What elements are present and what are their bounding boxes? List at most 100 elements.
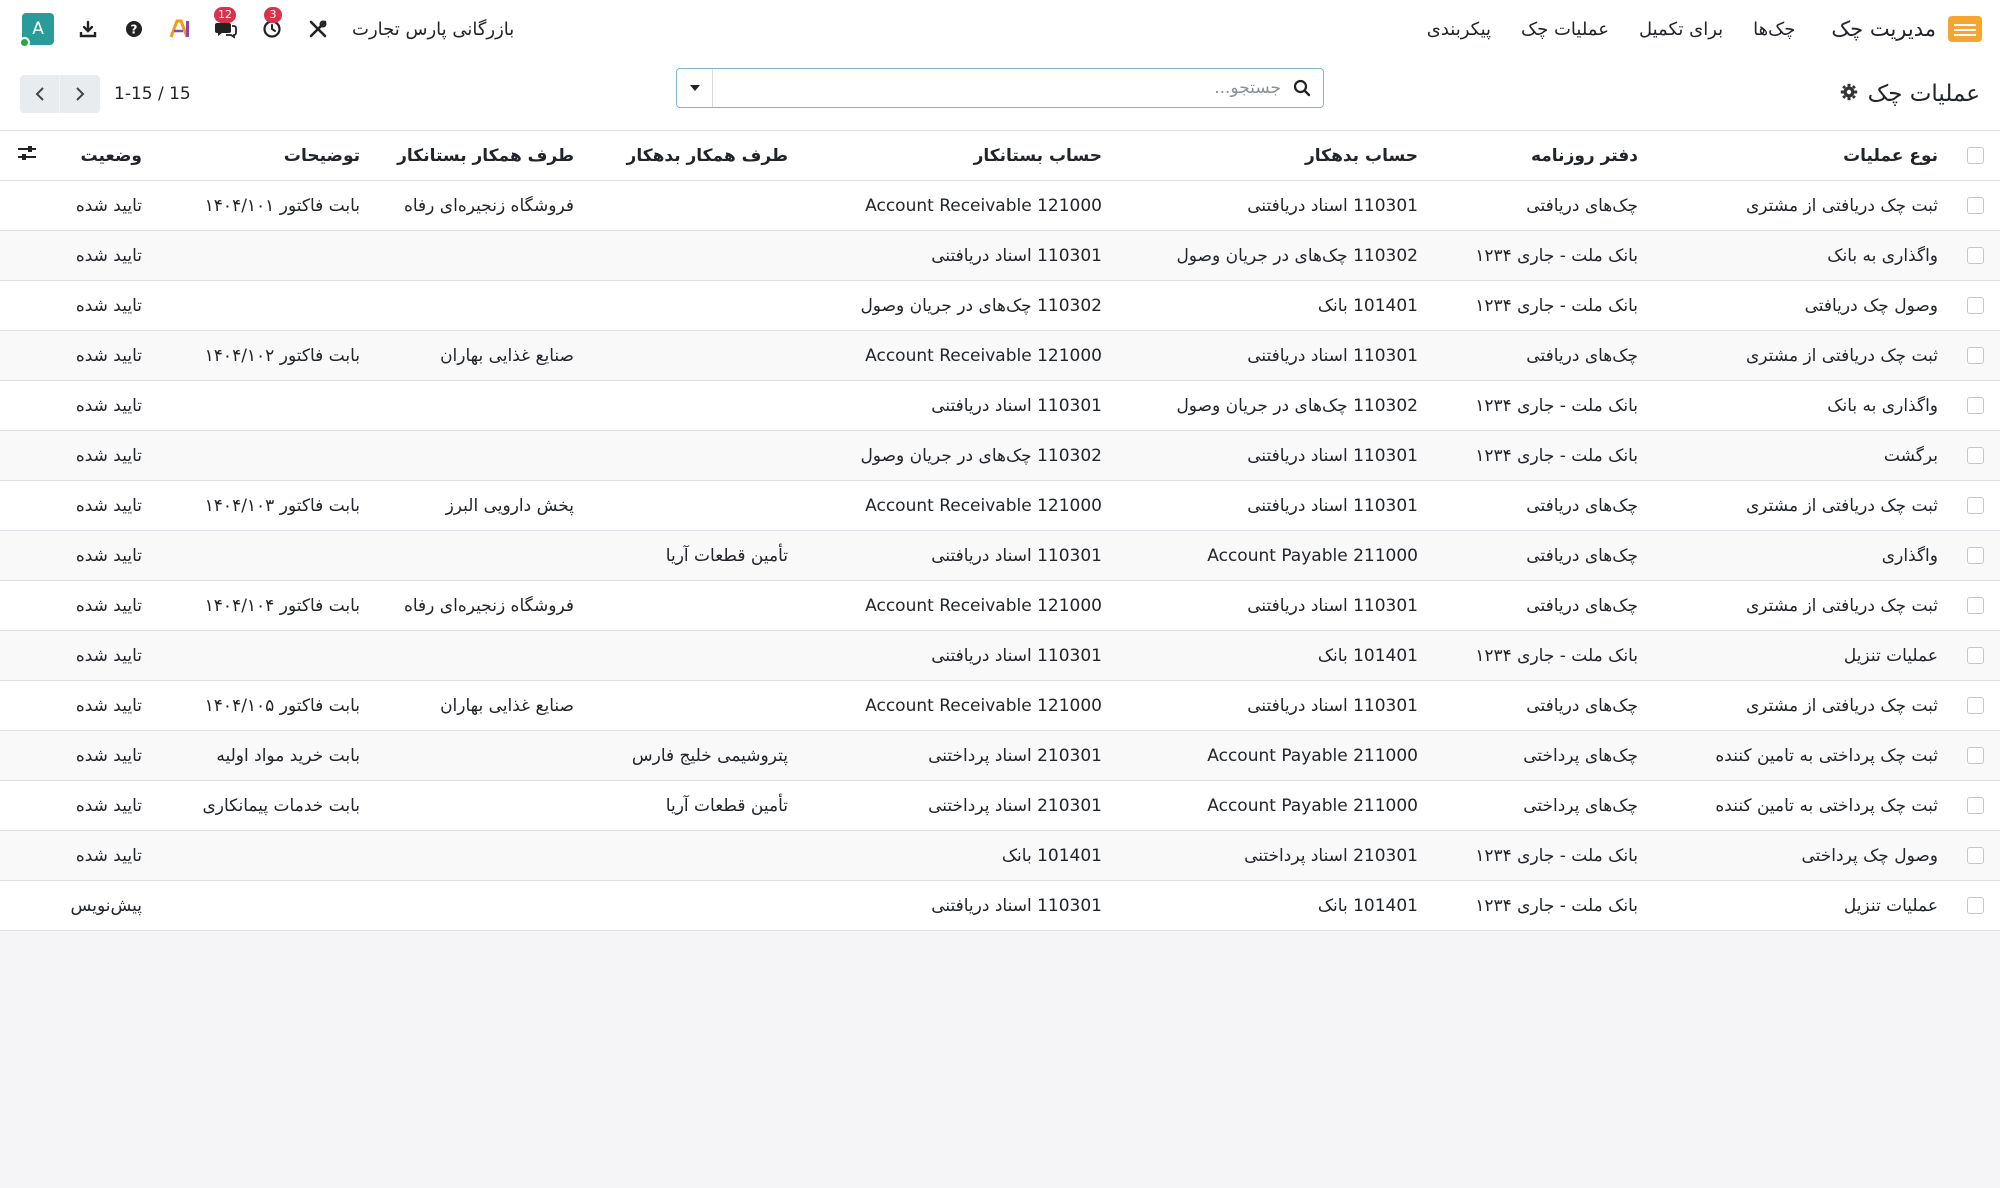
search-input[interactable] (713, 69, 1281, 107)
cell-credit-partner: فروشگاه زنجیره‌ای رفاه (403, 595, 574, 616)
table-row[interactable]: ثبت چک دریافتی از مشتری چک‌های دریافتی 1… (0, 480, 2000, 531)
table-row[interactable]: واگذاری به بانک بانک ملت - جاری ۱۲۳۴ 110… (0, 230, 2000, 281)
cell-debit-partner (586, 231, 800, 281)
control-panel: عملیات چک 1-15 / 15 (0, 58, 2000, 130)
help-icon[interactable]: ? (122, 17, 146, 41)
cell-debit-partner (586, 631, 800, 681)
search-icon[interactable] (1281, 79, 1323, 97)
row-checkbox[interactable] (1950, 831, 2000, 881)
header-debit-account[interactable]: حساب بدهکار (1114, 131, 1430, 181)
cell-debit-account: 110301 اسناد دریافتنی (1247, 345, 1418, 366)
pager-previous-button[interactable] (20, 75, 60, 113)
cell-spacer (0, 431, 54, 481)
menu-item-checks[interactable]: چک‌ها (1753, 19, 1795, 40)
table-row[interactable]: وصول چک دریافتی بانک ملت - جاری ۱۲۳۴ 101… (0, 280, 2000, 331)
cell-description (154, 431, 372, 481)
cell-status: تایید شده (75, 845, 142, 866)
cell-spacer (0, 681, 54, 731)
tools-icon[interactable] (306, 17, 330, 41)
company-switcher[interactable]: بازرگانی پارس تجارت (352, 19, 514, 40)
row-checkbox[interactable] (1950, 881, 2000, 931)
row-checkbox[interactable] (1950, 681, 2000, 731)
row-checkbox[interactable] (1950, 181, 2000, 231)
table-row[interactable]: واگذاری به بانک بانک ملت - جاری ۱۲۳۴ 110… (0, 380, 2000, 431)
app-brand[interactable]: مدیریت چک (1831, 16, 1982, 42)
nav-left: بازرگانی پارس تجارت 3 12 ? A (19, 7, 514, 48)
header-description[interactable]: توضیحات (154, 131, 372, 181)
cell-credit-account: 121000 Account Receivable (865, 495, 1102, 516)
row-checkbox[interactable] (1950, 581, 2000, 631)
app-menu-icon[interactable] (1948, 16, 1982, 42)
row-checkbox[interactable] (1950, 781, 2000, 831)
cell-status: تایید شده (75, 445, 142, 466)
gear-icon[interactable] (1840, 83, 1858, 106)
header-debit-partner[interactable]: طرف همکار بدهکار (586, 131, 800, 181)
table-row[interactable]: عملیات تنزیل بانک ملت - جاری ۱۲۳۴ 101401… (0, 630, 2000, 681)
row-checkbox[interactable] (1950, 431, 2000, 481)
select-all-checkbox[interactable] (1950, 131, 2000, 181)
activity-count-badge: 3 (264, 7, 282, 23)
nav-right: مدیریت چک چک‌ها برای تکمیل عملیات چک پیک… (1427, 16, 1982, 42)
header-credit-partner[interactable]: طرف همکار بستانکار (372, 131, 586, 181)
pager-value[interactable]: 1-15 / 15 (114, 84, 191, 104)
cell-description: بابت فاکتور ۱۴۰۴/۱۰۲ (204, 345, 360, 366)
header-journal[interactable]: دفتر روزنامه (1430, 131, 1650, 181)
table-row[interactable]: ثبت چک دریافتی از مشتری چک‌های دریافتی 1… (0, 330, 2000, 381)
optional-columns-toggle[interactable] (0, 131, 54, 181)
pager-next-button[interactable] (60, 75, 100, 113)
row-checkbox[interactable] (1950, 731, 2000, 781)
table-row[interactable]: وصول چک پرداختی بانک ملت - جاری ۱۲۳۴ 210… (0, 830, 2000, 881)
online-status-dot (19, 37, 30, 48)
ai-logo-icon[interactable] (168, 17, 192, 41)
row-checkbox[interactable] (1950, 481, 2000, 531)
cell-debit-partner: تأمین قطعات آریا (665, 795, 788, 816)
header-status[interactable]: وضعیت (54, 131, 154, 181)
table-row[interactable]: ثبت چک پرداختی به تامین کننده چک‌های پرد… (0, 780, 2000, 831)
table-row[interactable]: عملیات تنزیل بانک ملت - جاری ۱۲۳۴ 101401… (0, 880, 2000, 931)
page-title: عملیات چک (1867, 81, 1980, 107)
cell-credit-account: 121000 Account Receivable (865, 345, 1102, 366)
cell-debit-account: 211000 Account Payable (1207, 795, 1418, 816)
row-checkbox[interactable] (1950, 281, 2000, 331)
cell-description (154, 881, 372, 931)
cell-spacer (0, 781, 54, 831)
cell-credit-account: 110301 اسناد دریافتنی (931, 545, 1102, 566)
cell-credit-partner: فروشگاه زنجیره‌ای رفاه (403, 195, 574, 216)
download-icon[interactable] (76, 17, 100, 41)
cell-credit-partner (372, 881, 586, 931)
cell-status: تایید شده (75, 345, 142, 366)
table-row[interactable]: ثبت چک دریافتی از مشتری چک‌های دریافتی 1… (0, 680, 2000, 731)
cell-spacer (0, 331, 54, 381)
cell-credit-partner: صنایع غذایی بهاران (440, 345, 574, 366)
cell-spacer (0, 281, 54, 331)
sliders-icon (18, 146, 36, 160)
search-options-toggle[interactable] (677, 69, 713, 107)
row-checkbox[interactable] (1950, 631, 2000, 681)
app-name[interactable]: مدیریت چک (1831, 17, 1936, 41)
table-row[interactable]: برگشت بانک ملت - جاری ۱۲۳۴ 110301 اسناد … (0, 430, 2000, 481)
cell-credit-account: 101401 بانک (1001, 845, 1102, 866)
header-credit-account[interactable]: حساب بستانکار (800, 131, 1114, 181)
cell-journal: چک‌های دریافتی (1526, 495, 1638, 516)
cell-spacer (0, 631, 54, 681)
menu-item-configuration[interactable]: پیکربندی (1427, 19, 1491, 40)
row-checkbox[interactable] (1950, 231, 2000, 281)
table-row[interactable]: ثبت چک دریافتی از مشتری چک‌های دریافتی 1… (0, 180, 2000, 231)
cell-journal: بانک ملت - جاری ۱۲۳۴ (1475, 245, 1638, 266)
activity-clock-icon[interactable]: 3 (260, 7, 284, 41)
cell-credit-account: 121000 Account Receivable (865, 695, 1102, 716)
table-row[interactable]: ثبت چک پرداختی به تامین کننده چک‌های پرد… (0, 730, 2000, 781)
cell-journal: چک‌های دریافتی (1526, 695, 1638, 716)
menu-item-check-operations[interactable]: عملیات چک (1521, 19, 1609, 40)
row-checkbox[interactable] (1950, 331, 2000, 381)
messages-icon[interactable]: 12 (214, 7, 238, 41)
table-row[interactable]: واگذاری چک‌های دریافتی 211000 Account Pa… (0, 530, 2000, 581)
header-operation-type[interactable]: نوع عملیات (1650, 131, 1950, 181)
menu-item-to-complete[interactable]: برای تکمیل (1639, 19, 1723, 40)
row-checkbox[interactable] (1950, 531, 2000, 581)
cell-credit-account: 210301 اسناد پرداختنی (928, 745, 1102, 766)
user-avatar[interactable]: A (19, 13, 54, 48)
table-row[interactable]: ثبت چک دریافتی از مشتری چک‌های دریافتی 1… (0, 580, 2000, 631)
cell-debit-partner: تأمین قطعات آریا (665, 545, 788, 566)
row-checkbox[interactable] (1950, 381, 2000, 431)
